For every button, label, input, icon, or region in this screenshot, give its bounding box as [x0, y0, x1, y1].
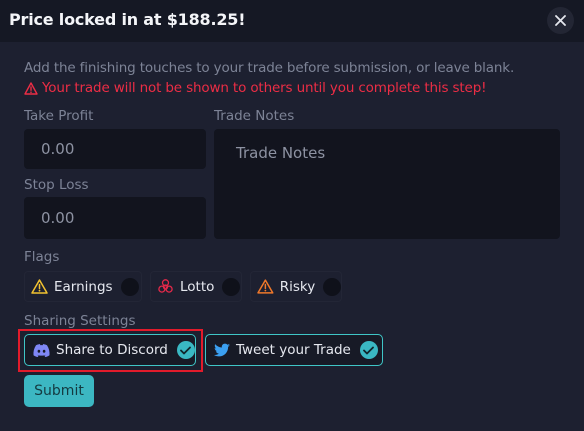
trade-notes-label: Trade Notes: [214, 108, 295, 124]
submit-button[interactable]: Submit: [24, 375, 94, 407]
flags-label: Flags: [24, 249, 60, 265]
warning-text: Your trade will not be shown to others u…: [42, 80, 487, 96]
take-profit-input[interactable]: 0.00: [24, 129, 206, 169]
close-icon: [555, 15, 566, 26]
discord-icon: [33, 343, 50, 357]
warning-triangle-icon: [257, 279, 274, 294]
stop-loss-input[interactable]: 0.00: [24, 197, 206, 239]
close-button[interactable]: [547, 7, 574, 34]
warning-message: Your trade will not be shown to others u…: [24, 80, 487, 96]
tweet-your-trade-label: Tweet your Trade: [236, 342, 351, 358]
flag-risky-label: Risky: [279, 278, 316, 295]
flag-earnings[interactable]: Earnings: [24, 271, 142, 302]
biohazard-icon: [158, 279, 173, 293]
flag-risky[interactable]: Risky: [250, 271, 342, 302]
tweet-your-trade-toggle[interactable]: Tweet your Trade: [205, 334, 383, 366]
stop-loss-placeholder: 0.00: [41, 209, 75, 227]
flag-lotto-label: Lotto: [180, 278, 215, 295]
sharing-settings-label: Sharing Settings: [24, 313, 136, 329]
flag-risky-toggle[interactable]: [323, 277, 341, 296]
modal-title: Price locked in at $188.25!: [9, 10, 246, 29]
discord-check-icon: [176, 341, 195, 359]
twitter-icon: [214, 343, 230, 356]
share-to-discord-toggle[interactable]: Share to Discord: [24, 334, 196, 366]
share-to-discord-label: Share to Discord: [56, 342, 168, 358]
flag-earnings-toggle[interactable]: [120, 277, 139, 296]
twitter-check-icon: [359, 341, 378, 359]
flag-lotto-toggle[interactable]: [222, 277, 241, 296]
flag-lotto[interactable]: Lotto: [150, 271, 242, 302]
trade-notes-textarea[interactable]: Trade Notes: [214, 129, 560, 239]
modal-description: Add the finishing touches to your trade …: [24, 60, 515, 76]
warning-triangle-icon: [31, 279, 48, 294]
trade-finishing-modal: Price locked in at $188.25! Add the fini…: [0, 0, 584, 431]
stop-loss-label: Stop Loss: [24, 177, 89, 193]
warning-triangle-icon: [24, 81, 38, 95]
trade-notes-placeholder: Trade Notes: [236, 144, 326, 162]
flag-earnings-label: Earnings: [54, 278, 113, 295]
take-profit-label: Take Profit: [24, 108, 94, 124]
modal-header: Price locked in at $188.25!: [0, 0, 584, 42]
take-profit-placeholder: 0.00: [41, 140, 75, 158]
